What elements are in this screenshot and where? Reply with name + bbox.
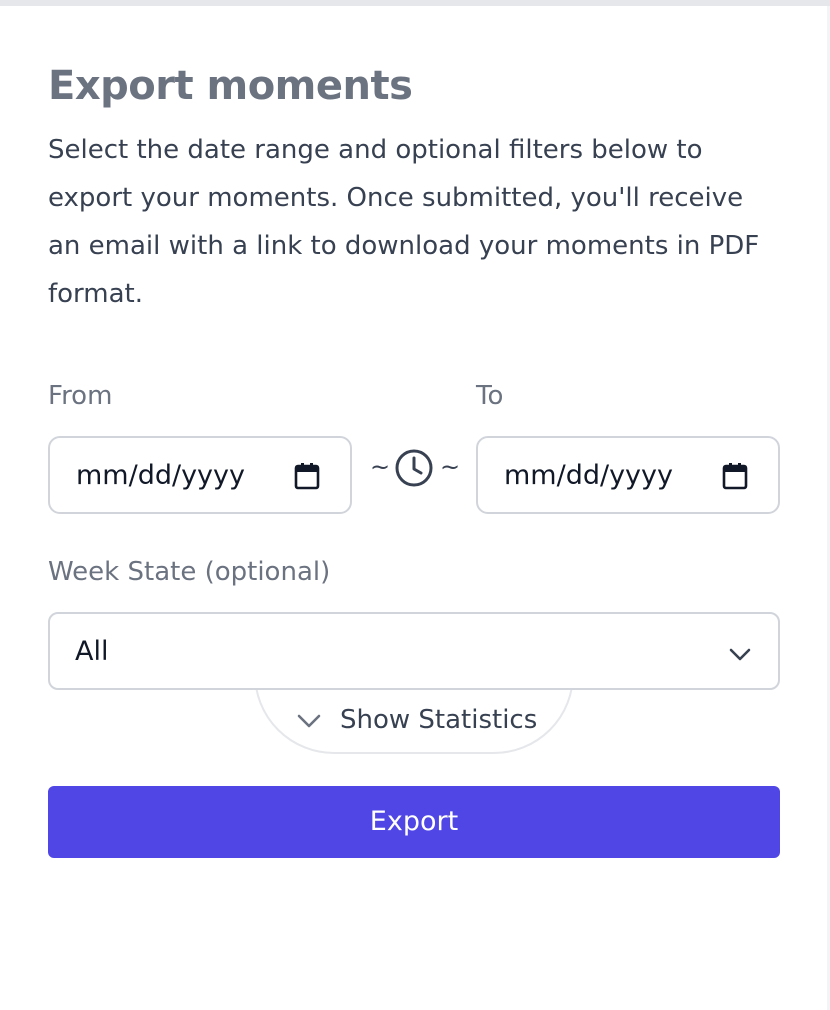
export-panel: Export moments Select the date range and… <box>48 58 780 858</box>
from-date-placeholder: mm/dd/yyyy <box>76 460 245 491</box>
week-state-value: All <box>75 636 109 667</box>
to-label: To <box>476 381 504 411</box>
show-statistics-label: Show Statistics <box>340 705 538 735</box>
week-state-label: Week State (optional) <box>48 557 331 587</box>
from-label: From <box>48 381 113 411</box>
page-description: Select the date range and optional filte… <box>48 135 760 309</box>
from-date-input[interactable]: mm/dd/yyyy <box>48 436 352 514</box>
week-state-select[interactable]: All <box>48 612 780 690</box>
separator-left: ~ <box>370 453 391 481</box>
to-date-input[interactable]: mm/dd/yyyy <box>476 436 780 514</box>
range-separator: ~ ~ <box>368 448 462 492</box>
page-title: Export moments <box>48 63 413 109</box>
calendar-icon[interactable] <box>294 462 320 490</box>
calendar-icon[interactable] <box>722 462 748 490</box>
chevron-down-icon <box>297 714 321 728</box>
top-border <box>0 0 830 6</box>
clock-icon <box>395 449 433 487</box>
to-date-placeholder: mm/dd/yyyy <box>504 460 673 491</box>
export-button[interactable]: Export <box>48 786 780 858</box>
date-range: From To mm/dd/yyyy ~ ~ mm/dd/yyyy <box>48 376 782 516</box>
separator-right: ~ <box>440 453 461 481</box>
chevron-down-icon <box>729 648 751 661</box>
